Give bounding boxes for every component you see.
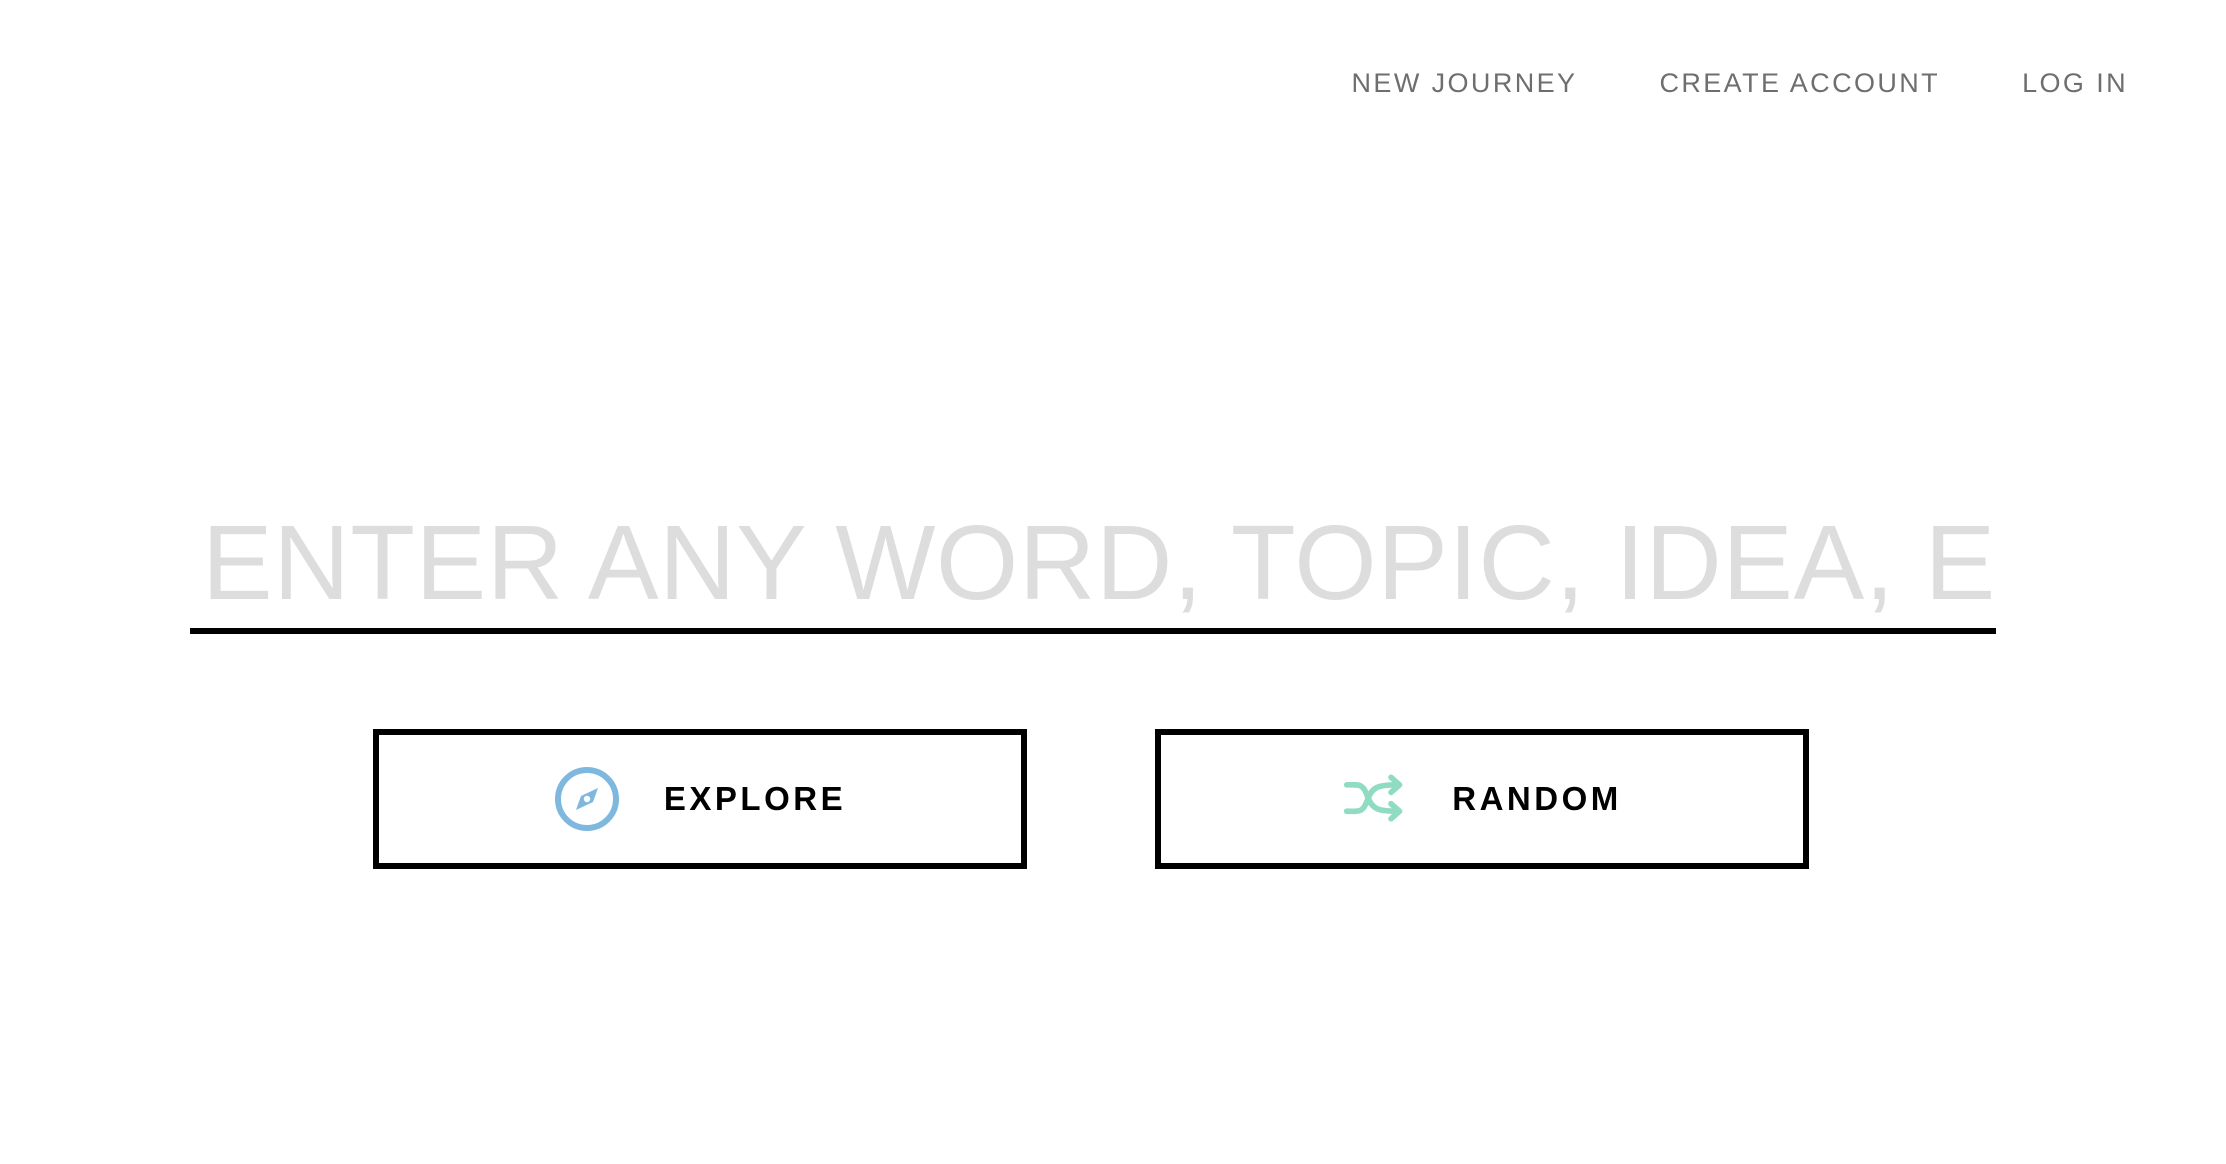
compass-icon (554, 766, 620, 832)
search-input[interactable] (190, 498, 1996, 634)
nav-create-account[interactable]: CREATE ACCOUNT (1659, 68, 1940, 99)
nav-log-in[interactable]: LOG IN (2022, 68, 2128, 99)
page: NEW JOURNEY CREATE ACCOUNT LOG IN EXPLOR… (0, 0, 2226, 1164)
shuffle-icon (1342, 766, 1408, 832)
nav-new-journey[interactable]: NEW JOURNEY (1352, 68, 1578, 99)
random-label: RANDOM (1452, 780, 1622, 817)
explore-label: EXPLORE (663, 780, 847, 817)
action-buttons: EXPLORE RANDOM (373, 729, 1809, 869)
search-area (190, 498, 1996, 634)
random-button[interactable]: RANDOM (1155, 729, 1809, 869)
top-navigation: NEW JOURNEY CREATE ACCOUNT LOG IN (1352, 68, 2128, 99)
explore-button[interactable]: EXPLORE (373, 729, 1027, 869)
